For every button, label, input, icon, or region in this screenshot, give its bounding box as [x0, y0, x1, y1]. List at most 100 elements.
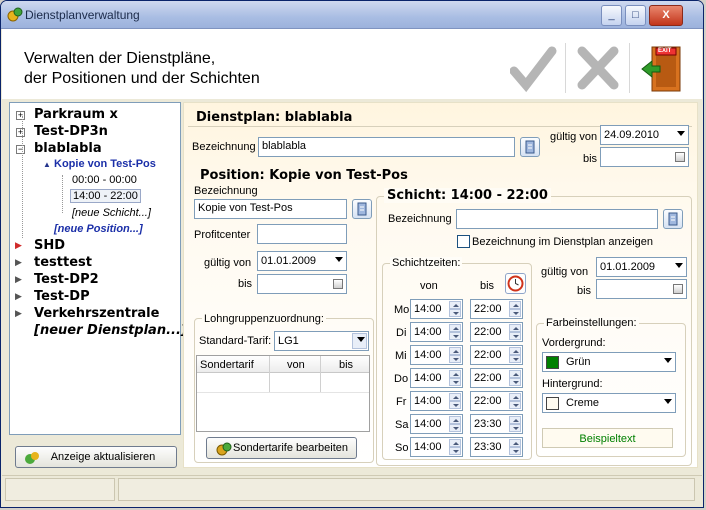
day-label-mi: Mi	[395, 350, 407, 362]
anzeigen-checkbox[interactable]	[457, 235, 470, 248]
accept-button[interactable]	[509, 43, 558, 93]
spin-up-icon[interactable]	[449, 347, 461, 355]
pos-bezeichnung-input[interactable]: Kopie von Test-Pos	[194, 199, 347, 219]
expander-icon[interactable]: +	[16, 111, 25, 120]
tree-item-test-dp2[interactable]: Test-DP2	[34, 272, 99, 287]
tree-item-blablabla[interactable]: blablabla	[34, 141, 102, 156]
text-edit-icon	[525, 140, 535, 154]
sondertarif-table[interactable]: Sondertarif von bis	[196, 355, 370, 432]
pos-translate-button[interactable]	[352, 199, 372, 219]
tree-marker-icon: ▶	[15, 274, 22, 284]
tree-item-test-dp[interactable]: Test-DP	[34, 289, 90, 304]
bis-spinner-mi[interactable]: 22:00	[470, 345, 523, 365]
spin-up-icon[interactable]	[449, 301, 461, 309]
dp-bis-date[interactable]	[600, 147, 689, 167]
bis-spinner-so[interactable]: 23:30	[470, 437, 523, 457]
collapse-icon[interactable]: −	[16, 145, 25, 154]
minimize-button[interactable]: _	[601, 5, 622, 26]
spin-up-icon[interactable]	[509, 416, 521, 424]
profitcenter-input[interactable]	[257, 224, 347, 244]
spin-down-icon[interactable]	[449, 309, 461, 317]
spin-up-icon[interactable]	[509, 324, 521, 332]
spin-up-icon[interactable]	[449, 393, 461, 401]
spin-up-icon[interactable]	[509, 347, 521, 355]
close-button[interactable]: X	[649, 5, 683, 26]
spin-down-icon[interactable]	[509, 332, 521, 340]
cancel-button[interactable]	[574, 43, 622, 93]
tree-item-verkehrszentrale[interactable]: Verkehrszentrale	[34, 306, 159, 321]
hintergrund-select[interactable]: Creme	[542, 393, 676, 413]
tree-item-schicht-1400[interactable]: 14:00 - 22:00	[70, 189, 141, 203]
spin-down-icon[interactable]	[509, 424, 521, 432]
spin-down-icon[interactable]	[449, 447, 461, 455]
von-spinner-di[interactable]: 14:00	[410, 322, 463, 342]
dienstplan-tree[interactable]: + Parkraum x + Test-DP3n − blablabla ▲ K…	[9, 102, 187, 435]
spin-down-icon[interactable]	[449, 424, 461, 432]
tree-item-testtest[interactable]: testtest	[34, 255, 92, 270]
spin-down-icon[interactable]	[509, 309, 521, 317]
spin-down-icon[interactable]	[449, 355, 461, 363]
refresh-button[interactable]: Anzeige aktualisieren	[15, 446, 177, 468]
schicht-bis-date[interactable]	[596, 279, 687, 299]
spin-up-icon[interactable]	[509, 439, 521, 447]
bis-spinner-sa[interactable]: 23:30	[470, 414, 523, 434]
triangle-icon: ▲	[43, 160, 51, 169]
dp-translate-button[interactable]	[520, 137, 540, 157]
spin-up-icon[interactable]	[509, 370, 521, 378]
von-spinner-sa[interactable]: 14:00	[410, 414, 463, 434]
tree-item-kopie-von-test-pos[interactable]: Kopie von Test-Pos	[54, 158, 156, 170]
exit-button[interactable]: EXIT	[638, 43, 686, 93]
spin-up-icon[interactable]	[449, 416, 461, 424]
tree-item-test-dp3n[interactable]: Test-DP3n	[34, 124, 108, 139]
bis-spinner-di[interactable]: 22:00	[470, 322, 523, 342]
spin-down-icon[interactable]	[449, 401, 461, 409]
bis-spinner-fr[interactable]: 22:00	[470, 391, 523, 411]
schicht-gueltig-von-date[interactable]: 01.01.2009	[596, 257, 687, 277]
expander-icon[interactable]: +	[16, 128, 25, 137]
spin-down-icon[interactable]	[509, 447, 521, 455]
col-bis[interactable]: bis	[339, 359, 353, 371]
von-spinner-do[interactable]: 14:00	[410, 368, 463, 388]
spin-down-icon[interactable]	[509, 378, 521, 386]
spin-down-icon[interactable]	[509, 401, 521, 409]
clock-button[interactable]	[505, 273, 526, 294]
von-spinner-fr[interactable]: 14:00	[410, 391, 463, 411]
bis-spinner-do[interactable]: 22:00	[470, 368, 523, 388]
dp-gueltig-von-label: gültig von	[550, 131, 598, 143]
col-sondertarif[interactable]: Sondertarif	[200, 359, 254, 371]
pos-gueltig-von-date[interactable]: 01.01.2009	[257, 251, 347, 271]
sondertarife-button[interactable]: Sondertarife bearbeiten	[206, 437, 357, 459]
schicht-translate-button[interactable]	[663, 209, 683, 229]
tree-item-shd[interactable]: SHD	[34, 238, 65, 253]
tree-item-schicht-0000[interactable]: 00:00 - 00:00	[72, 174, 137, 186]
refresh-icon	[25, 452, 39, 464]
spin-up-icon[interactable]	[449, 439, 461, 447]
tree-item-parkraum[interactable]: Parkraum x	[34, 107, 118, 122]
dp-gueltig-von-date[interactable]: 24.09.2010	[600, 125, 689, 145]
von-spinner-mo[interactable]: 14:00	[410, 299, 463, 319]
pos-bis-date[interactable]	[257, 274, 347, 294]
tree-item-neue-position[interactable]: [neue Position...]	[54, 223, 143, 235]
vordergrund-select[interactable]: Grün	[542, 352, 676, 372]
von-value: 14:00	[414, 349, 442, 361]
spin-up-icon[interactable]	[449, 324, 461, 332]
spin-up-icon[interactable]	[449, 370, 461, 378]
dp-bezeichnung-input[interactable]: blablabla	[258, 137, 515, 157]
von-spinner-mi[interactable]: 14:00	[410, 345, 463, 365]
maximize-button[interactable]: □	[625, 5, 646, 26]
chevron-down-icon	[335, 257, 343, 262]
tree-item-neuer-dienstplan[interactable]: [neuer Dienstplan...]	[34, 323, 187, 338]
standard-tarif-select[interactable]: LG1	[274, 331, 369, 351]
spin-down-icon[interactable]	[449, 332, 461, 340]
tree-item-neue-schicht[interactable]: [neue Schicht...]	[72, 207, 151, 219]
tree-marker-icon: ▶	[15, 308, 22, 318]
spin-down-icon[interactable]	[509, 355, 521, 363]
spin-down-icon[interactable]	[449, 378, 461, 386]
spin-up-icon[interactable]	[509, 393, 521, 401]
pos-gueltig-von-label: gültig von	[204, 257, 252, 269]
bis-spinner-mo[interactable]: 22:00	[470, 299, 523, 319]
spin-up-icon[interactable]	[509, 301, 521, 309]
col-von[interactable]: von	[287, 359, 305, 371]
von-spinner-so[interactable]: 14:00	[410, 437, 463, 457]
schicht-bezeichnung-input[interactable]	[456, 209, 658, 229]
